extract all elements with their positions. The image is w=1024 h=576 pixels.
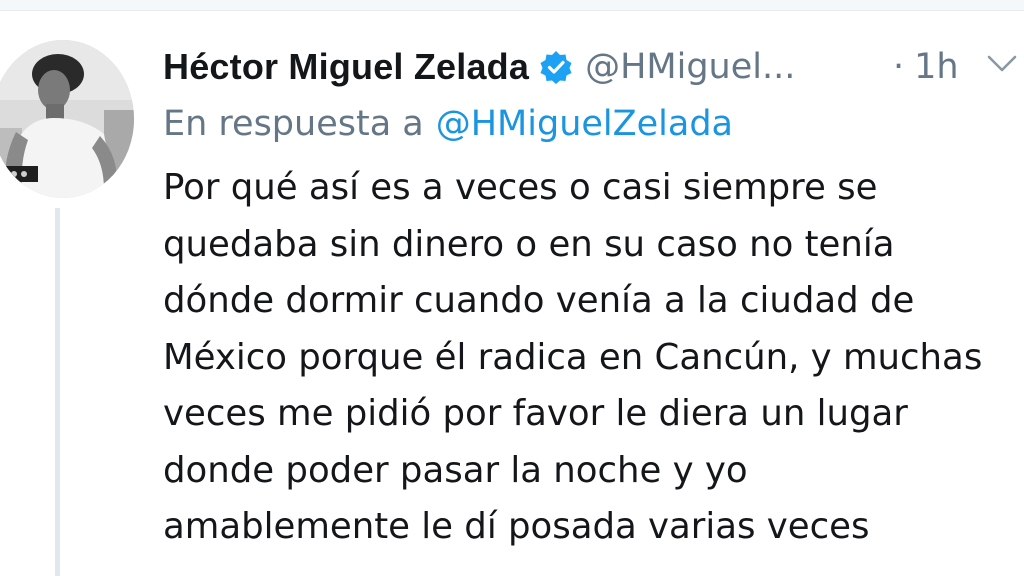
tweet-text-line: México porque él radica en Cancún, y muc… <box>163 336 983 378</box>
tweet-text-line: dónde dormir cuando venía a la ciudad de <box>163 280 915 321</box>
tweet-text: Por qué así es a veces o casi siempre se… <box>163 160 1023 556</box>
tweet-text-line: amablemente le dí posada varias veces <box>163 506 870 547</box>
reply-context: En respuesta a @HMiguelZelada <box>163 100 733 148</box>
reply-prefix-label: En respuesta a <box>163 104 424 144</box>
author-handle[interactable]: @HMiguel... <box>585 47 795 87</box>
tweet-header: Héctor Miguel Zelada @HMiguel... <box>163 41 795 93</box>
chevron-down-icon[interactable] <box>986 52 1018 76</box>
reply-to-handle-link[interactable]: @HMiguelZelada <box>436 104 733 144</box>
avatar[interactable] <box>0 40 134 198</box>
author-name[interactable]: Héctor Miguel Zelada <box>163 46 529 88</box>
timestamp-group: · 1h <box>893 41 959 93</box>
divider <box>0 0 1024 11</box>
avatar-photo <box>0 40 134 198</box>
tweet-text-line: donde poder pasar la noche y yo <box>163 449 748 491</box>
timestamp[interactable]: 1h <box>914 47 958 87</box>
verified-badge-icon <box>540 51 572 84</box>
tweet-text-line: veces me pidió por favor le diera un lug… <box>163 393 908 434</box>
tweet[interactable]: Héctor Miguel Zelada @HMiguel... · 1h En… <box>0 0 1024 576</box>
separator-dot: · <box>893 47 905 87</box>
tweet-text-line: Por qué así es a veces o casi siempre se <box>163 167 878 208</box>
thread-line <box>55 208 60 576</box>
tweet-text-line: quedaba sin dinero o en su caso no tenía <box>163 223 895 265</box>
